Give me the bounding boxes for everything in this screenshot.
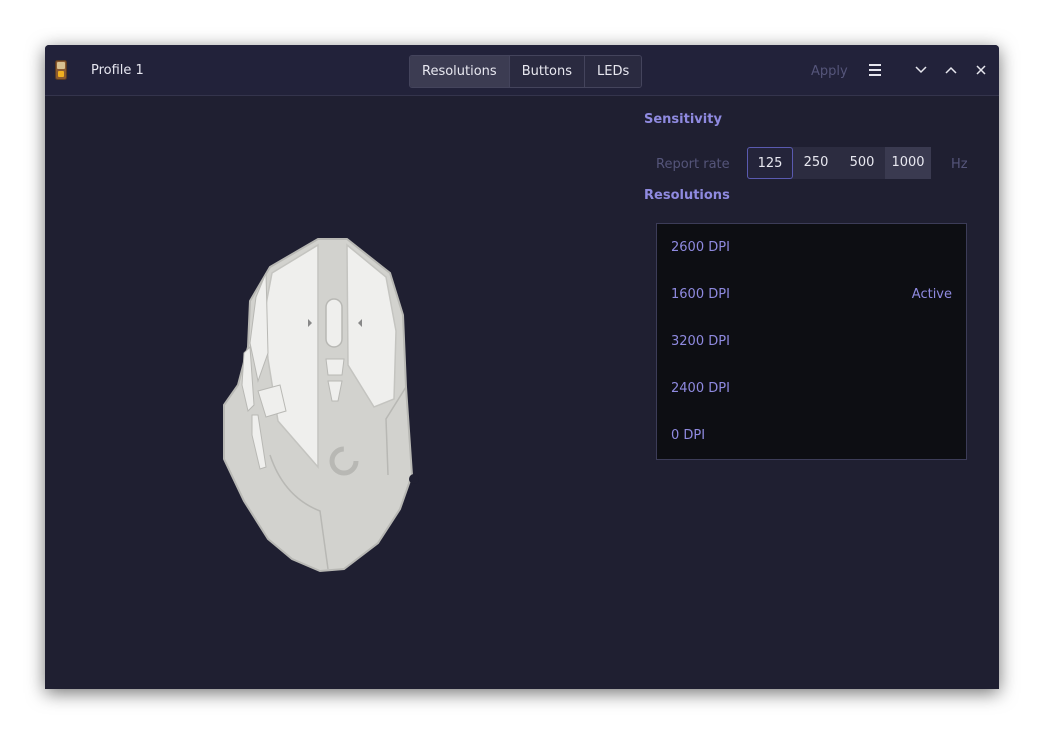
apply-button[interactable]: Apply [811,64,848,79]
list-item[interactable]: 0 DPI [657,412,966,459]
list-item[interactable]: 2400 DPI [657,365,966,412]
mouse-dpi-up-button[interactable] [325,358,345,376]
sensitivity-heading: Sensitivity [644,112,722,127]
report-rate-selector: 125 250 500 1000 [747,147,931,179]
resolution-dpi: 2600 DPI [671,240,730,255]
resolution-dpi: 1600 DPI [671,287,730,302]
rate-1000-button[interactable]: 1000 [885,147,931,179]
mouse-diagram [223,238,419,573]
chevron-up-icon[interactable] [944,63,958,77]
tab-resolutions[interactable]: Resolutions [410,56,510,87]
list-item[interactable]: 1600 DPI Active [657,271,966,318]
resolution-status: Active [911,287,952,302]
chevron-down-icon[interactable] [914,63,928,77]
view-tabs: Resolutions Buttons LEDs [409,55,643,88]
resolution-dpi: 3200 DPI [671,334,730,349]
resolution-dpi: 0 DPI [671,428,706,443]
tab-buttons[interactable]: Buttons [509,56,586,87]
main-content: Sensitivity Report rate 125 250 500 1000… [45,96,999,689]
list-item[interactable]: 2600 DPI [657,224,966,271]
rate-unit-label: Hz [951,157,968,172]
app-window: Profile 1 Resolutions Buttons LEDs Apply [45,45,999,689]
rate-125-button[interactable]: 125 [747,147,793,179]
resolution-list: 2600 DPI 1600 DPI Active 3200 DPI 2400 D… [656,223,967,460]
titlebar: Profile 1 Resolutions Buttons LEDs Apply [45,45,999,96]
rate-500-button[interactable]: 500 [839,147,885,179]
resolution-dpi: 2400 DPI [671,381,730,396]
mouse-scroll-wheel[interactable] [325,298,343,348]
profile-title: Profile 1 [91,63,144,78]
mouse-app-icon [55,60,67,80]
list-item[interactable]: 3200 DPI [657,318,966,365]
report-rate-label: Report rate [656,157,730,172]
mouse-side-notch [409,474,419,484]
tab-leds[interactable]: LEDs [585,56,642,87]
hamburger-menu-icon[interactable] [869,64,881,76]
close-icon[interactable] [974,63,988,77]
rate-250-button[interactable]: 250 [793,147,839,179]
resolutions-heading: Resolutions [644,188,730,203]
